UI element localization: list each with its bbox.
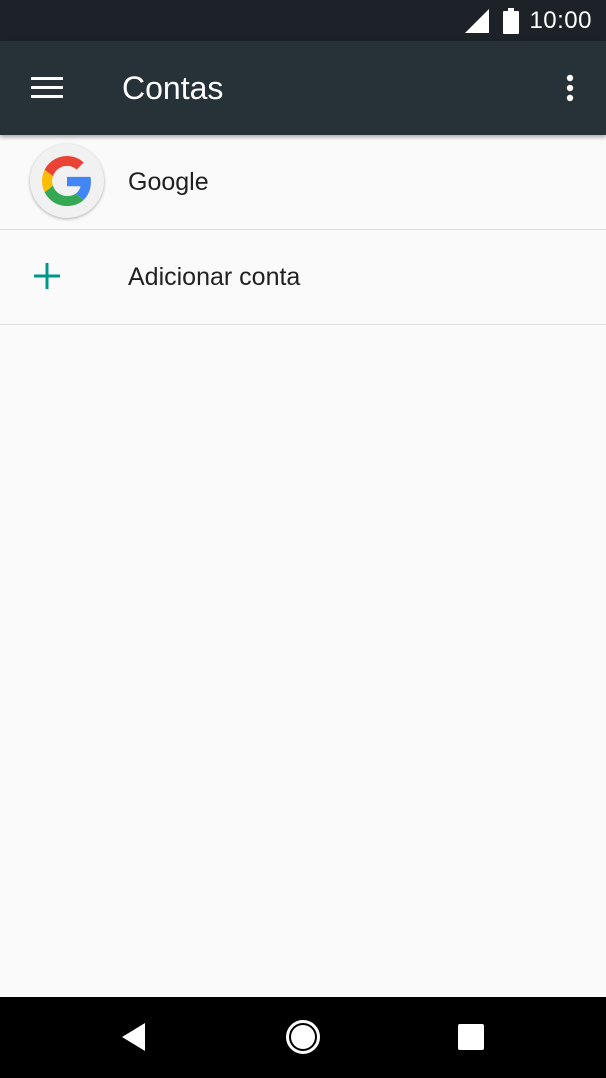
back-icon — [122, 1023, 145, 1051]
battery-icon — [503, 7, 520, 34]
signal-icon — [465, 8, 490, 33]
more-options-button[interactable] — [550, 64, 590, 112]
add-account-label: Adicionar conta — [128, 263, 301, 291]
more-vert-icon — [566, 74, 574, 102]
account-item-google[interactable]: Google — [0, 135, 606, 230]
home-button[interactable] — [273, 1009, 333, 1065]
recents-icon — [458, 1024, 484, 1050]
google-logo-icon — [42, 156, 91, 206]
google-avatar — [30, 144, 104, 218]
add-icon — [34, 263, 60, 289]
account-label-google: Google — [128, 168, 209, 196]
add-account-item[interactable]: Adicionar conta — [0, 230, 606, 325]
page-title: Contas — [122, 70, 224, 106]
status-time: 10:00 — [529, 6, 592, 34]
recents-button[interactable] — [441, 1009, 501, 1065]
home-icon — [286, 1020, 320, 1054]
navigation-bar — [0, 997, 606, 1078]
back-button[interactable] — [104, 1009, 164, 1065]
menu-button[interactable] — [20, 64, 74, 112]
status-icons: 10:00 — [465, 0, 592, 41]
accounts-list: Google Adicionar conta — [0, 135, 606, 997]
app-bar: Contas — [0, 41, 606, 135]
menu-icon — [31, 77, 63, 98]
status-bar: 10:00 — [0, 0, 606, 41]
